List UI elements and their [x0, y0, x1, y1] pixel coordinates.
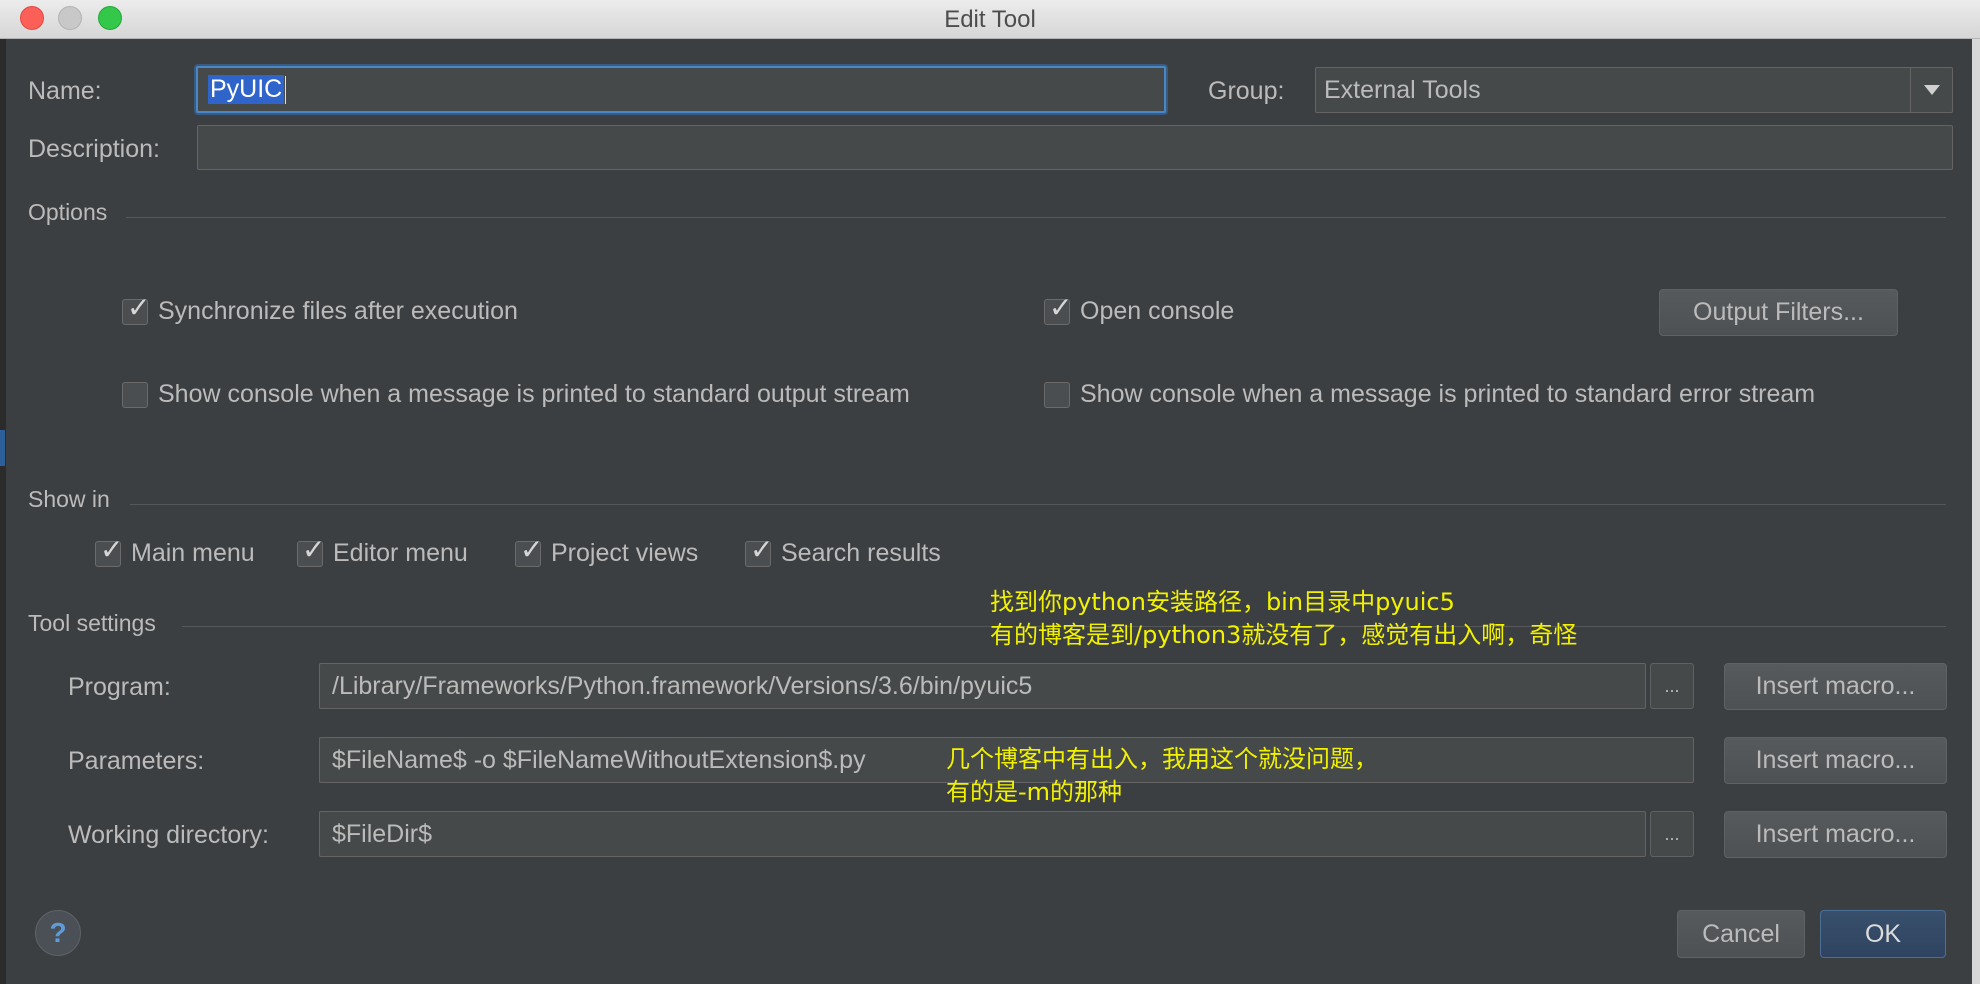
project-views-label: Project views	[551, 539, 699, 567]
search-results-checkbox[interactable]: ✓	[745, 535, 773, 567]
ok-button[interactable]: OK	[1820, 910, 1946, 958]
options-section-title: Options	[28, 199, 108, 225]
show-console-stderr-checkbox-row[interactable]: Show console when a message is printed t…	[1044, 380, 1815, 409]
show-console-stdout-label: Show console when a message is printed t…	[158, 380, 910, 408]
program-input[interactable]: /Library/Frameworks/Python.framework/Ver…	[319, 663, 1646, 709]
name-input-value: PyUIC	[208, 75, 285, 104]
tool-settings-section-title: Tool settings	[28, 610, 156, 636]
text-caret	[285, 75, 287, 104]
sync-files-checkbox-row[interactable]: ✓ Synchronize files after execution	[122, 293, 518, 326]
checkmark-icon: ✓	[750, 532, 774, 566]
program-insert-macro-button[interactable]: Insert macro...	[1724, 663, 1947, 710]
window-title: Edit Tool	[944, 6, 1036, 33]
checkmark-icon: ✓	[302, 532, 326, 566]
options-separator	[126, 217, 1946, 218]
description-input[interactable]	[197, 125, 1953, 170]
show-in-section-title: Show in	[28, 486, 110, 512]
main-menu-label: Main menu	[131, 539, 255, 567]
show-console-stdout-checkbox[interactable]	[122, 381, 148, 408]
description-label: Description:	[28, 135, 160, 163]
parameters-label: Parameters:	[68, 747, 205, 775]
working-directory-label: Working directory:	[68, 821, 269, 849]
checkmark-icon: ✓	[520, 532, 544, 566]
parameters-insert-macro-button[interactable]: Insert macro...	[1724, 737, 1947, 784]
working-directory-value: $FileDir$	[332, 819, 433, 848]
output-filters-button[interactable]: Output Filters...	[1659, 289, 1898, 336]
show-console-stderr-checkbox[interactable]	[1044, 381, 1070, 408]
working-directory-browse-button[interactable]: ...	[1650, 811, 1694, 857]
program-annotation-line2: 有的博客是到/python3就没有了，感觉有出入啊，奇怪	[990, 621, 1578, 649]
background-selection-mark	[0, 430, 5, 466]
name-input[interactable]: PyUIC	[196, 66, 1166, 113]
cancel-button[interactable]: Cancel	[1677, 910, 1805, 958]
editor-menu-label: Editor menu	[333, 539, 468, 567]
editor-menu-checkbox[interactable]: ✓	[297, 535, 325, 567]
show-console-stderr-label: Show console when a message is printed t…	[1080, 380, 1816, 408]
parameters-annotation-line1: 几个博客中有出入，我用这个就没问题，	[946, 745, 1378, 773]
project-views-checkbox[interactable]: ✓	[515, 535, 543, 567]
program-annotation-line1: 找到你python安装路径，bin目录中pyuic5	[990, 588, 1455, 616]
program-value: /Library/Frameworks/Python.framework/Ver…	[332, 671, 1033, 700]
project-views-checkbox-row[interactable]: ✓ Project views	[515, 535, 699, 568]
parameters-value: $FileName$ -o $FileNameWithoutExtension$…	[332, 745, 866, 774]
help-icon[interactable]: ?	[35, 910, 81, 956]
open-console-checkbox-row[interactable]: ✓ Open console	[1044, 293, 1235, 326]
working-directory-insert-macro-button[interactable]: Insert macro...	[1724, 811, 1947, 858]
checkmark-icon: ✓	[1049, 290, 1073, 324]
checkmark-icon: ✓	[127, 290, 151, 324]
editor-menu-checkbox-row[interactable]: ✓ Editor menu	[297, 535, 468, 568]
main-menu-checkbox-row[interactable]: ✓ Main menu	[95, 535, 255, 568]
sync-files-checkbox[interactable]: ✓	[122, 293, 150, 325]
group-combobox[interactable]: External Tools	[1315, 67, 1953, 113]
name-label: Name:	[28, 77, 102, 105]
group-value: External Tools	[1324, 75, 1481, 104]
search-results-label: Search results	[781, 539, 941, 567]
show-console-stdout-checkbox-row[interactable]: Show console when a message is printed t…	[122, 380, 910, 409]
program-browse-button[interactable]: ...	[1650, 663, 1694, 709]
group-label: Group:	[1208, 77, 1285, 105]
program-label: Program:	[68, 673, 171, 701]
open-console-label: Open console	[1080, 297, 1235, 325]
main-menu-checkbox[interactable]: ✓	[95, 535, 123, 567]
background-edge	[1972, 39, 1980, 984]
parameters-annotation-line2: 有的是-m的那种	[946, 778, 1123, 806]
chevron-down-icon[interactable]	[1910, 68, 1952, 112]
open-console-checkbox[interactable]: ✓	[1044, 293, 1072, 325]
working-directory-input[interactable]: $FileDir$	[319, 811, 1646, 857]
search-results-checkbox-row[interactable]: ✓ Search results	[745, 535, 941, 568]
checkmark-icon: ✓	[100, 532, 124, 566]
sync-files-label: Synchronize files after execution	[158, 297, 518, 325]
show-in-separator	[130, 504, 1946, 505]
